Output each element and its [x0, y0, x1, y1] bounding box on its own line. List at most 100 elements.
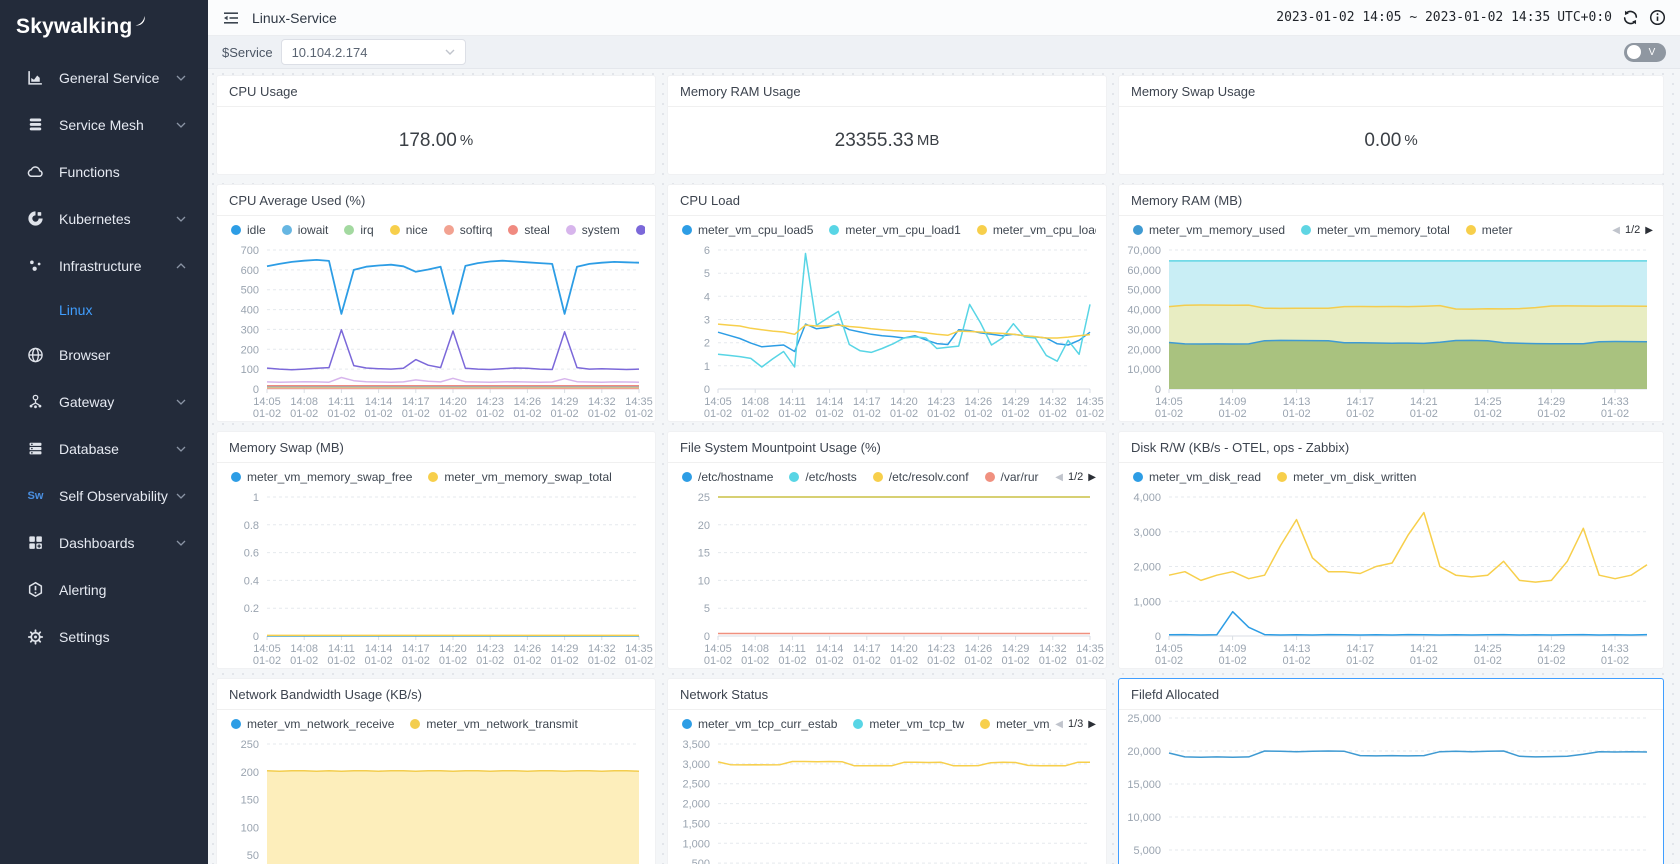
- globe-icon: [27, 346, 44, 363]
- refresh-icon[interactable]: [1622, 9, 1639, 26]
- sidebar-item-linux[interactable]: Linux: [0, 289, 208, 331]
- svg-text:100: 100: [241, 822, 259, 834]
- sidebar-item-infrastructure[interactable]: Infrastructure: [0, 242, 208, 289]
- legend-item-meter-vm-memory-swap-total[interactable]: meter_vm_memory_swap_total: [428, 470, 611, 484]
- legend-item-nice[interactable]: nice: [390, 223, 428, 237]
- legend-prev-icon[interactable]: ◀: [1612, 225, 1620, 236]
- svg-text:2,000: 2,000: [682, 799, 710, 811]
- legend-item-iowait[interactable]: iowait: [282, 223, 329, 237]
- chart-canvas: 70,00060,00050,00040,00030,00020,00010,0…: [1119, 242, 1663, 421]
- legend-item-meter-vm-cpu-load1[interactable]: meter_vm_cpu_load1: [829, 223, 960, 237]
- svg-text:400: 400: [241, 305, 259, 317]
- stat-unit: %: [460, 132, 473, 149]
- sidebar-item-dashboards[interactable]: Dashboards: [0, 519, 208, 566]
- card-title: Memory Swap (MB): [217, 432, 655, 463]
- sidebar-item-service-mesh[interactable]: Service Mesh: [0, 101, 208, 148]
- dashboard: CPU Usage178.00%Memory RAM Usage23355.33…: [208, 69, 1680, 864]
- stat-body: 23355.33MB: [668, 107, 1106, 174]
- toggle-knob: [1627, 45, 1641, 59]
- sidebar-item-self-observability[interactable]: SwSelf Observability: [0, 472, 208, 519]
- svg-text:01-02: 01-02: [1039, 655, 1067, 667]
- svg-text:20: 20: [698, 520, 710, 532]
- legend-item-meter-vm-memory-used[interactable]: meter_vm_memory_used: [1133, 223, 1285, 237]
- svg-text:14:11: 14:11: [328, 396, 355, 408]
- legend-label: meter_vm_memory_swap_total: [444, 470, 611, 484]
- svg-text:01-02: 01-02: [1410, 408, 1438, 420]
- legend-item-meter-vm-network-transmit[interactable]: meter_vm_network_transmit: [410, 717, 577, 731]
- legend-item-meter-vm-tcp-tw[interactable]: meter_vm_tcp_tw: [853, 717, 964, 731]
- legend-item-meter-vm-memory-swap-free[interactable]: meter_vm_memory_swap_free: [231, 470, 412, 484]
- legend-next-icon[interactable]: ▶: [1088, 719, 1096, 730]
- chart-plot: 70,00060,00050,00040,00030,00020,00010,0…: [1119, 242, 1663, 421]
- legend-item-idle[interactable]: idle: [231, 223, 266, 237]
- legend-item-system[interactable]: system: [566, 223, 620, 237]
- card-title: File System Mountpoint Usage (%): [668, 432, 1106, 463]
- legend-item-user[interactable]: user: [636, 223, 645, 237]
- svg-text:01-02: 01-02: [588, 408, 616, 420]
- view-mode-toggle[interactable]: V: [1624, 43, 1666, 62]
- sidebar-collapse-icon[interactable]: [222, 9, 240, 27]
- legend-item-steal[interactable]: steal: [508, 223, 549, 237]
- svg-text:14:32: 14:32: [1039, 643, 1067, 655]
- svg-text:14:29: 14:29: [1538, 396, 1566, 408]
- info-icon[interactable]: [1649, 9, 1666, 26]
- legend-item-etc-hostname[interactable]: /etc/hostname: [682, 470, 773, 484]
- legend-label: /etc/resolv.conf: [889, 470, 969, 484]
- time-range-picker[interactable]: 2023-01-02 14:05 ~ 2023-01-02 14:35: [1276, 10, 1550, 25]
- legend-item-meter-vm-memory-total[interactable]: meter_vm_memory_total: [1301, 223, 1450, 237]
- sidebar-item-database[interactable]: Database: [0, 425, 208, 472]
- legend-item-softirq[interactable]: softirq: [444, 223, 493, 237]
- legend-item-meter[interactable]: meter: [1466, 223, 1513, 237]
- legend-item-meter-vm-cpu-load5[interactable]: meter_vm_cpu_load5: [682, 223, 813, 237]
- service-select[interactable]: 10.104.2.174: [281, 39, 466, 65]
- svg-text:14:14: 14:14: [816, 396, 844, 408]
- sidebar-item-label: General Service: [59, 70, 176, 86]
- legend-prev-icon[interactable]: ◀: [1055, 719, 1063, 730]
- svg-text:3: 3: [704, 315, 710, 327]
- legend-item-var-rur[interactable]: /var/rur: [985, 470, 1039, 484]
- sidebar-item-gateway[interactable]: Gateway: [0, 378, 208, 425]
- legend-item-meter-vm-tcp-curr-estab[interactable]: meter_vm_tcp_curr_estab: [682, 717, 837, 731]
- legend-item-etc-resolv-conf[interactable]: /etc/resolv.conf: [873, 470, 969, 484]
- card-file-system-mountpoint-usage: File System Mountpoint Usage (%) /etc/hos…: [667, 431, 1107, 669]
- legend-next-icon[interactable]: ▶: [1645, 225, 1653, 236]
- stat-unit: %: [1404, 132, 1417, 149]
- legend-item-meter-vm-network-receive[interactable]: meter_vm_network_receive: [231, 717, 394, 731]
- legend-prev-icon[interactable]: ◀: [1055, 472, 1063, 483]
- legend-dot-icon: [231, 225, 241, 235]
- legend-dot-icon: [873, 472, 883, 482]
- legend-item-meter-vm-disk-read[interactable]: meter_vm_disk_read: [1133, 470, 1261, 484]
- app-root: Skywalking General ServiceService MeshFu…: [0, 0, 1680, 864]
- card-title: Filefd Allocated: [1119, 679, 1663, 710]
- svg-text:200: 200: [241, 344, 259, 356]
- sidebar-item-browser[interactable]: Browser: [0, 331, 208, 378]
- legend-item-meter-vm-cpu-load15[interactable]: meter_vm_cpu_load15: [977, 223, 1096, 237]
- legend-item-irq[interactable]: irq: [344, 223, 373, 237]
- svg-text:14:25: 14:25: [1474, 396, 1502, 408]
- chart-canvas: 10.80.60.40.2014:0501-0214:0801-0214:110…: [217, 489, 655, 668]
- sidebar-item-kubernetes[interactable]: Kubernetes: [0, 195, 208, 242]
- legend-item-meter-vm-disk-written[interactable]: meter_vm_disk_written: [1277, 470, 1416, 484]
- legend-item-etc-hosts[interactable]: /etc/hosts: [789, 470, 856, 484]
- sidebar-item-label: Kubernetes: [59, 211, 176, 227]
- svg-text:01-02: 01-02: [253, 655, 281, 667]
- svg-text:14:09: 14:09: [1219, 396, 1247, 408]
- chart-plot: 25,00020,00015,00010,0005,000014:0501-02…: [1119, 710, 1663, 864]
- sidebar-item-alerting[interactable]: Alerting: [0, 566, 208, 613]
- legend-dot-icon: [682, 472, 692, 482]
- sidebar-item-label: Linux: [59, 302, 186, 318]
- sidebar-item-functions[interactable]: Functions: [0, 148, 208, 195]
- svg-text:01-02: 01-02: [476, 655, 504, 667]
- svg-text:0.6: 0.6: [244, 548, 259, 560]
- svg-text:01-02: 01-02: [513, 408, 541, 420]
- sidebar-item-general-service[interactable]: General Service: [0, 54, 208, 101]
- legend-label: meter_vm_cpu_load5: [698, 223, 813, 237]
- sidebar-item-settings[interactable]: Settings: [0, 613, 208, 660]
- svg-text:01-02: 01-02: [327, 408, 355, 420]
- legend-label: iowait: [298, 223, 329, 237]
- legend-next-icon[interactable]: ▶: [1088, 472, 1096, 483]
- sidebar: Skywalking General ServiceService MeshFu…: [0, 0, 208, 864]
- card-cpu-load: CPU Loadmeter_vm_cpu_load5meter_vm_cpu_l…: [667, 184, 1107, 422]
- svg-text:01-02: 01-02: [402, 408, 430, 420]
- legend-item-meter-vm-t[interactable]: meter_vm_t: [980, 717, 1051, 731]
